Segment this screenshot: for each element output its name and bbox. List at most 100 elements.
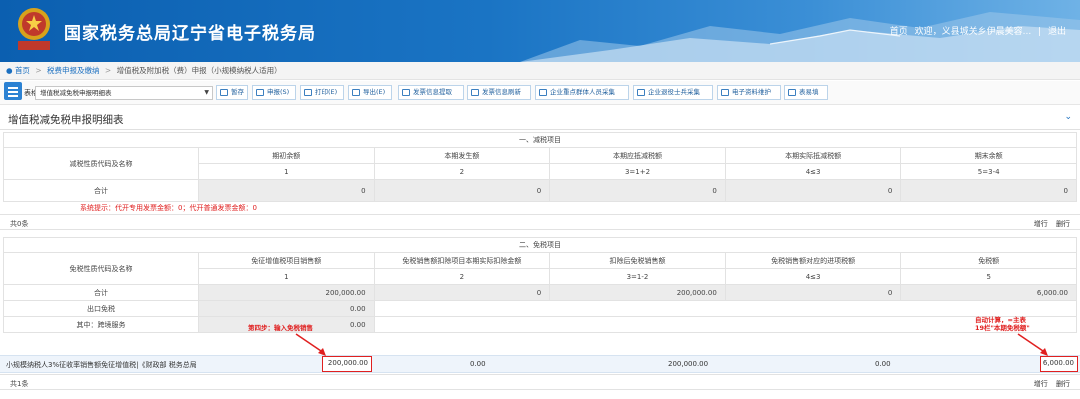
total-cell: 0	[724, 284, 902, 301]
home-link[interactable]: 首页	[890, 27, 908, 37]
welcome-text: 欢迎，义县城关乡伊晨美容...	[914, 27, 1032, 37]
export-icon	[352, 89, 360, 96]
page-title-bar: 增值税减免税申报明细表 ⌄	[0, 106, 1080, 130]
save-icon	[220, 89, 228, 96]
site-title: 国家税务总局辽宁省电子税务局	[64, 24, 316, 44]
breadcrumb-current: 增值税及附加税（费）申报（小规模纳税人适用）	[116, 66, 282, 75]
column-header: 本期实际抵减税额	[724, 147, 902, 164]
header-links: 首页 欢迎，义县城关乡伊晨美容... | 退出	[886, 24, 1066, 37]
row-actions: 增行 删行	[1028, 219, 1070, 229]
row-count: 共0条	[10, 220, 29, 228]
refresh-icon	[471, 89, 479, 96]
table-row[interactable]: 小规模纳税人3%征收率销售额免征增值税|《财政部 税务总局... 0.00 20…	[0, 355, 1080, 373]
location-pin-icon: ●	[6, 66, 13, 75]
section2-name-header: 免税性质代码及名称	[3, 252, 199, 285]
section2-total-label: 合计	[3, 284, 199, 301]
breadcrumb: ● 首页 > 税费申报及缴纳 > 增值税及附加税（费）申报（小规模纳税人适用）	[0, 62, 1080, 80]
breadcrumb-home[interactable]: 首页	[15, 66, 30, 75]
total-cell: 0	[373, 179, 551, 202]
system-hint: 系统提示：代开专用发票金额：0；代开普通发票金额：0	[80, 204, 257, 212]
collapse-chevron-icon[interactable]: ⌄	[1064, 112, 1072, 122]
cross-border-label: 其中：跨境服务	[3, 316, 199, 333]
easy-fill-button[interactable]: 表易填	[784, 85, 828, 100]
row-value[interactable]: 200,000.00	[668, 360, 708, 368]
edit-icon	[539, 89, 547, 96]
column-number: 3=1-2	[549, 268, 726, 285]
invoice-icon	[402, 89, 410, 96]
breadcrumb-separator: >	[104, 66, 112, 75]
veteran-collect-button[interactable]: 企业退役士兵采集	[633, 85, 713, 100]
column-number: 3=1+2	[549, 163, 726, 180]
row-value[interactable]: 0.00	[875, 360, 891, 368]
breadcrumb-separator: >	[35, 66, 42, 75]
key-group-collect-button[interactable]: 企业重点群体人员采集	[535, 85, 629, 100]
column-header: 本期发生额	[373, 147, 551, 164]
export-button[interactable]: 导出(E)	[348, 85, 392, 100]
total-cell: 200,000.00	[198, 284, 375, 301]
column-number: 5=3-4	[900, 163, 1077, 180]
add-row-button[interactable]: 增行	[1034, 380, 1048, 388]
total-cell: 200,000.00	[549, 284, 726, 301]
toolbar: 表格: 增值税减免税申报明细表 ▼ 暂存 申报(S) 打印(E) 导出(E) 发…	[0, 81, 1080, 105]
delete-row-button[interactable]: 删行	[1056, 220, 1070, 228]
section1-total-label: 合计	[3, 179, 199, 202]
search-icon	[788, 89, 796, 96]
column-header: 免税销售额对应的进项税额	[724, 252, 902, 269]
tax-emblem-icon	[18, 8, 50, 50]
column-header: 免税额	[900, 252, 1077, 269]
column-header: 本期应抵减税额	[549, 147, 726, 164]
column-number: 4≤3	[724, 163, 902, 180]
column-number: 5	[900, 268, 1077, 285]
breadcrumb-filing[interactable]: 税费申报及缴纳	[47, 66, 100, 75]
step4-annotation: 第四步：输入免税销售	[248, 324, 313, 332]
total-cell: 0	[900, 179, 1077, 202]
auto-calc-annotation-line2: 19栏"本期免税额"	[975, 324, 1030, 332]
form-select[interactable]: 增值税减免税申报明细表 ▼	[35, 86, 213, 100]
separator: |	[1038, 27, 1042, 37]
total-cell: 0	[198, 179, 375, 202]
row-actions: 增行 删行	[1028, 379, 1070, 389]
exempt-tax-value: 6,000.00	[1040, 356, 1078, 372]
total-cell: 0	[724, 179, 902, 202]
invoice-extract-button[interactable]: 发票信息提取	[398, 85, 464, 100]
exemption-item-name[interactable]: 小规模纳税人3%征收率销售额免征增值税|《财政部 税务总局...	[6, 360, 196, 370]
exempt-sales-input[interactable]: 200,000.00	[322, 356, 372, 372]
header-banner: 国家税务总局辽宁省电子税务局 首页 欢迎，义县城关乡伊晨美容... | 退出	[0, 0, 1080, 62]
print-icon	[304, 89, 312, 96]
logout-link[interactable]: 退出	[1048, 27, 1066, 37]
section1-footer: 共0条 增行 删行	[0, 214, 1080, 230]
chevron-down-icon: ▼	[204, 89, 209, 96]
section2-caption: 二、免税项目	[3, 237, 1077, 253]
page-title: 增值税减免税申报明细表	[8, 114, 124, 126]
total-cell: 0	[549, 179, 726, 202]
column-number: 2	[373, 268, 551, 285]
column-number: 1	[198, 268, 375, 285]
total-cell: 0	[373, 284, 551, 301]
print-button[interactable]: 打印(E)	[300, 85, 344, 100]
export-exempt-label: 出口免税	[3, 300, 199, 317]
declare-icon	[256, 89, 264, 96]
save-draft-button[interactable]: 暂存	[216, 85, 248, 100]
section1-name-header: 减税性质代码及名称	[3, 147, 199, 180]
e-docs-button[interactable]: 电子资料维护	[717, 85, 781, 100]
row-value[interactable]: 0.00	[470, 360, 486, 368]
export-exempt-value: 0.00	[198, 300, 375, 317]
add-row-button[interactable]: 增行	[1034, 220, 1048, 228]
column-header: 期末余额	[900, 147, 1077, 164]
declare-button[interactable]: 申报(S)	[252, 85, 296, 100]
column-number: 1	[198, 163, 375, 180]
menu-icon[interactable]	[4, 82, 22, 100]
column-header: 免税销售额扣除项目本期实际扣除金额	[373, 252, 551, 269]
column-header: 扣除后免税销售额	[549, 252, 726, 269]
total-cell: 6,000.00	[900, 284, 1077, 301]
invoice-refresh-button[interactable]: 发票信息刷新	[467, 85, 531, 100]
edit-icon	[637, 89, 645, 96]
row-count: 共1条	[10, 380, 29, 388]
section2-footer: 共1条 增行 删行	[0, 374, 1080, 390]
form-select-value: 增值税减免税申报明细表	[40, 89, 112, 97]
reduction-table: 一、减税项目 减税性质代码及名称 期初余额 本期发生额 本期应抵减税额 本期实际…	[3, 132, 1077, 202]
column-number: 2	[373, 163, 551, 180]
edit-icon	[721, 89, 729, 96]
delete-row-button[interactable]: 删行	[1056, 380, 1070, 388]
column-number: 4≤3	[724, 268, 902, 285]
